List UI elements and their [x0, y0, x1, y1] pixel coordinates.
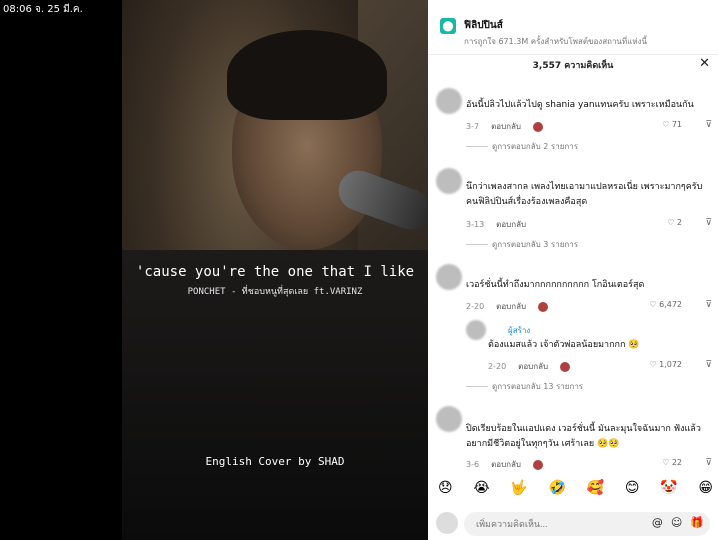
like-count: 22 [671, 458, 682, 467]
comment-meta: 2-20 ตอบกลับ [488, 360, 571, 373]
dislike-icon[interactable]: ⊽ [705, 218, 712, 228]
dislike-icon[interactable]: ⊽ [705, 360, 712, 370]
mention-icon[interactable]: @ [652, 516, 663, 529]
view-replies-button[interactable]: ดูการตอบกลับ 2 รายการ [466, 140, 578, 153]
view-replies-button[interactable]: ดูการตอบกลับ 3 รายการ [466, 238, 578, 251]
location-pin-icon: ⬤ [440, 18, 456, 34]
like-count: 2 [676, 218, 682, 227]
video-player[interactable]: 'cause you're the one that I like PONCHE… [122, 0, 428, 540]
comments-panel: ⬤ ฟิลิปปินส์ การถูกใจ 671.3M ครั้งสำหรับ… [428, 0, 718, 540]
comment-text: อันนี้ปลิวไปแล้วไปดู shania yanแทนครับ เ… [466, 100, 694, 110]
comment-meta: 3-6 ตอบกลับ [466, 458, 543, 471]
emoji-button[interactable]: 🤟 [510, 480, 527, 496]
status-bar: 08:06 จ. 25 มี.ค. [0, 0, 86, 19]
place-name[interactable]: ฟิลิปปินส์ [464, 18, 647, 33]
user-avatar [436, 512, 458, 534]
comment-meta: 3-13 ตอบกลับ [466, 218, 526, 231]
like-button[interactable]: ♡ 1,072 [649, 360, 682, 369]
creator-liked-icon [560, 361, 571, 372]
quick-emoji-bar: 😞 😭 🤟 🤣 🥰 😊 🤡 😁 [438, 480, 713, 496]
creator-liked-icon [532, 459, 543, 470]
comment-date: 2-20 [488, 362, 507, 371]
close-icon[interactable]: ✕ [699, 56, 710, 71]
avatar[interactable] [436, 406, 462, 432]
emoji-button[interactable]: 😞 [438, 480, 453, 496]
cover-caption: English Cover by SHAD [205, 455, 345, 468]
comment-date: 3-7 [466, 122, 480, 131]
like-button[interactable]: ♡ 2 [667, 218, 682, 227]
comment-meta: 2-20 ตอบกลับ [466, 300, 549, 313]
reply-button[interactable]: ตอบกลับ [491, 120, 521, 133]
emoji-button[interactable]: 🥰 [587, 480, 604, 496]
lyric-line-2: PONCHET - ที่ชอบหนูที่สุดเลย ft.VARINZ [187, 287, 363, 297]
emoji-icon[interactable]: ☺ [671, 516, 682, 529]
emoji-button[interactable]: 😭 [473, 480, 489, 496]
like-button[interactable]: ♡ 71 [662, 120, 682, 129]
creator-liked-icon [532, 121, 543, 132]
comment-input-box[interactable]: @ ☺ 🎁 [464, 512, 710, 536]
avatar[interactable] [436, 88, 462, 114]
creator-badge: ผู้สร้าง [508, 326, 531, 335]
emoji-button[interactable]: 🤣 [549, 480, 566, 496]
view-replies-button[interactable]: ดูการตอบกลับ 13 รายการ [466, 380, 583, 393]
comment-text: ต้องแมสแล้ว เจ้าตัวพ่อลน้อยมากกก 🥺 [488, 340, 640, 350]
emoji-button[interactable]: 🤡 [660, 480, 677, 496]
like-count: 6,472 [659, 300, 682, 309]
like-button[interactable]: ♡ 22 [662, 458, 682, 467]
comment-input[interactable] [474, 518, 628, 530]
like-button[interactable]: ♡ 6,472 [649, 300, 682, 309]
avatar[interactable] [436, 264, 462, 290]
place-subtitle: การถูกใจ 671.3M ครั้งสำหรับโพสต์ของสถานท… [464, 37, 647, 46]
emoji-button[interactable]: 😁 [698, 480, 713, 496]
comment-meta: 3-7 ตอบกลับ [466, 120, 543, 133]
like-count: 1,072 [659, 360, 682, 369]
avatar[interactable] [436, 168, 462, 194]
comment-text: ปิดเรียบร้อยในแอปแดง เวอร์ชั่นนี้ มันละม… [466, 424, 701, 449]
dislike-icon[interactable]: ⊽ [705, 300, 712, 310]
dislike-icon[interactable]: ⊽ [705, 120, 712, 130]
place-header[interactable]: ⬤ ฟิลิปปินส์ การถูกใจ 671.3M ครั้งสำหรับ… [428, 0, 718, 55]
status-date: จ. 25 มี.ค. [35, 4, 83, 15]
comment-date: 3-13 [466, 220, 485, 229]
comment-text: เวอร์ชั่นนี้ทำถึงมากกกกกกกกกก โกอินเตอร์… [466, 280, 645, 290]
gift-icon[interactable]: 🎁 [690, 516, 704, 529]
reply-button[interactable]: ตอบกลับ [491, 458, 521, 471]
avatar[interactable] [466, 320, 486, 340]
creator-liked-icon [538, 301, 549, 312]
comment-date: 3-6 [466, 460, 480, 469]
comment-count: 3,557 ความคิดเห็น [532, 61, 614, 71]
video-person-hair [227, 30, 387, 120]
emoji-button[interactable]: 😊 [625, 480, 640, 496]
comment-text: นึกว่าเพลงสากล เพลงไทยเอามาแปลหรอเนี่ย เ… [466, 182, 703, 207]
lyric-line-1: 'cause you're the one that I like [135, 264, 415, 280]
like-count: 71 [671, 120, 682, 129]
reply-button[interactable]: ตอบกลับ [496, 300, 526, 313]
reply-button[interactable]: ตอบกลับ [518, 360, 548, 373]
comment-date: 2-20 [466, 302, 485, 311]
status-time: 08:06 [3, 4, 32, 15]
reply-button[interactable]: ตอบกลับ [496, 218, 526, 231]
dislike-icon[interactable]: ⊽ [705, 458, 712, 468]
comment-input-row: @ ☺ 🎁 [436, 512, 714, 536]
